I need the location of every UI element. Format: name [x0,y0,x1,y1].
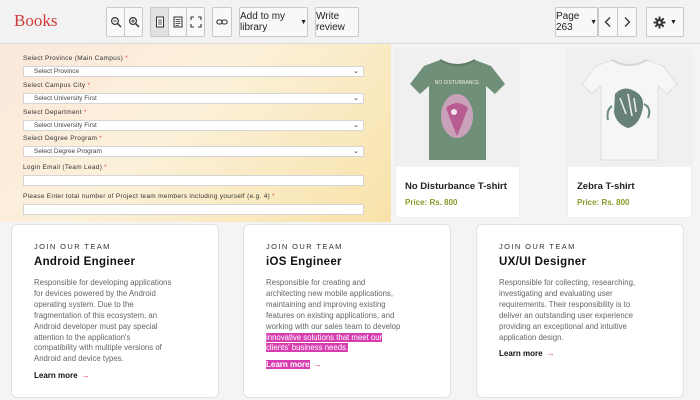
tshirt-image [581,59,678,161]
chevron-left-icon [604,17,611,27]
job-kicker: JOIN OUR TEAM [499,242,576,251]
learn-more-link[interactable]: Learn more → [34,371,90,380]
job-description: Responsible for developing applications f… [34,278,172,364]
chevron-down-icon: ⌄ [353,122,359,129]
page-icon [155,16,164,28]
caret-down-icon: ▼ [300,18,307,26]
job-card-ios: JOIN OUR TEAM iOS Engineer Responsible f… [243,224,451,398]
fullscreen-icon [189,16,202,28]
login-email-label: Login Email (Team Lead) * [23,164,108,171]
single-page-view-button[interactable] [150,7,169,37]
chevron-down-icon: ⌄ [353,148,359,155]
product-name[interactable]: No Disturbance T-shirt [405,181,507,192]
fullscreen-button[interactable] [186,7,205,37]
add-to-library-label: Add to my library [240,11,286,33]
job-kicker: JOIN OUR TEAM [266,242,343,251]
add-to-library-dropdown[interactable]: Add to my library ▼ [239,7,308,37]
job-card-ux-ui: JOIN OUR TEAM UX/UI Designer Responsible… [476,224,684,398]
job-title: UX/UI Designer [499,256,587,268]
write-review-label: Write review [316,11,345,33]
page-number-label: Page 263 [556,11,580,33]
link-icon [216,19,228,25]
write-review-button[interactable]: Write review [315,7,359,37]
chevron-down-icon: ⌄ [353,95,359,102]
previous-page-button[interactable] [598,7,618,37]
degree-program-select[interactable]: Select Degree Program ⌄ [23,146,364,157]
campus-city-label: Select Campus City * [23,82,91,89]
arrow-right-icon: → [313,360,322,369]
team-members-field[interactable] [23,204,364,215]
zoom-out-icon [110,16,121,28]
job-kicker: JOIN OUR TEAM [34,242,111,251]
job-card-android: JOIN OUR TEAM Android Engineer Responsib… [11,224,219,398]
zoom-in-button[interactable] [124,7,143,37]
books-logo[interactable]: Books [14,11,57,31]
product-image: NO DISTURBANCE [396,50,519,167]
product-price: Price: Rs. 800 [405,198,458,207]
text-view-button[interactable] [168,7,187,37]
tshirt-image: NO DISTURBANCE [410,59,505,160]
campus-city-select[interactable]: Select University First ⌄ [23,93,364,104]
product-card[interactable]: Zebra T-shirt Price: Rs. 800 [568,50,691,217]
product-price: Price: Rs. 800 [577,198,630,207]
arrow-right-icon: → [81,371,90,380]
caret-down-icon: ▼ [670,18,677,26]
province-label: Select Province (Main Campus) * [23,55,128,62]
shirt-print-text: NO DISTURBANCE [435,80,480,86]
job-description: Responsible for collecting, researching,… [499,278,636,342]
chevron-down-icon: ⌄ [353,68,359,75]
page-selector[interactable]: Page 263 ▼ [555,7,598,37]
learn-more-link[interactable]: Learn more → [499,349,555,358]
login-email-field[interactable] [23,175,364,186]
job-title: Android Engineer [34,256,136,268]
zoom-out-button[interactable] [106,7,125,37]
selected-text: innovative solutions that meet our [266,332,383,342]
degree-program-label: Select Degree Program * [23,135,103,142]
product-name[interactable]: Zebra T-shirt [577,181,635,192]
department-label: Select Department * [23,109,87,116]
product-card[interactable]: NO DISTURBANCE No Disturbance T-shirt Pr… [396,50,519,217]
chevron-right-icon [624,17,631,27]
caret-down-icon: ▼ [590,18,597,26]
next-page-button[interactable] [617,7,637,37]
zoom-in-icon [128,16,139,28]
team-members-label: Please Enter total number of Project tea… [23,193,275,200]
registration-form: Select Province (Main Campus) * Select Pr… [0,44,391,222]
job-title: iOS Engineer [266,256,342,268]
product-image [568,50,691,167]
province-select[interactable]: Select Province ⌄ [23,66,364,77]
link-button[interactable] [212,7,232,37]
department-select[interactable]: Select University First ⌄ [23,120,364,131]
text-page-icon [173,16,182,28]
gear-icon [653,16,666,28]
selected-text: clients' business needs. [266,343,349,353]
settings-dropdown[interactable]: ▼ [646,7,684,37]
job-description: Responsible for creating and architecting… [266,278,401,353]
learn-more-link[interactable]: Learn more → [266,360,322,369]
books-toolbar: Books Add to my library ▼ Write review Pa… [0,0,700,44]
arrow-right-icon: → [546,349,555,358]
